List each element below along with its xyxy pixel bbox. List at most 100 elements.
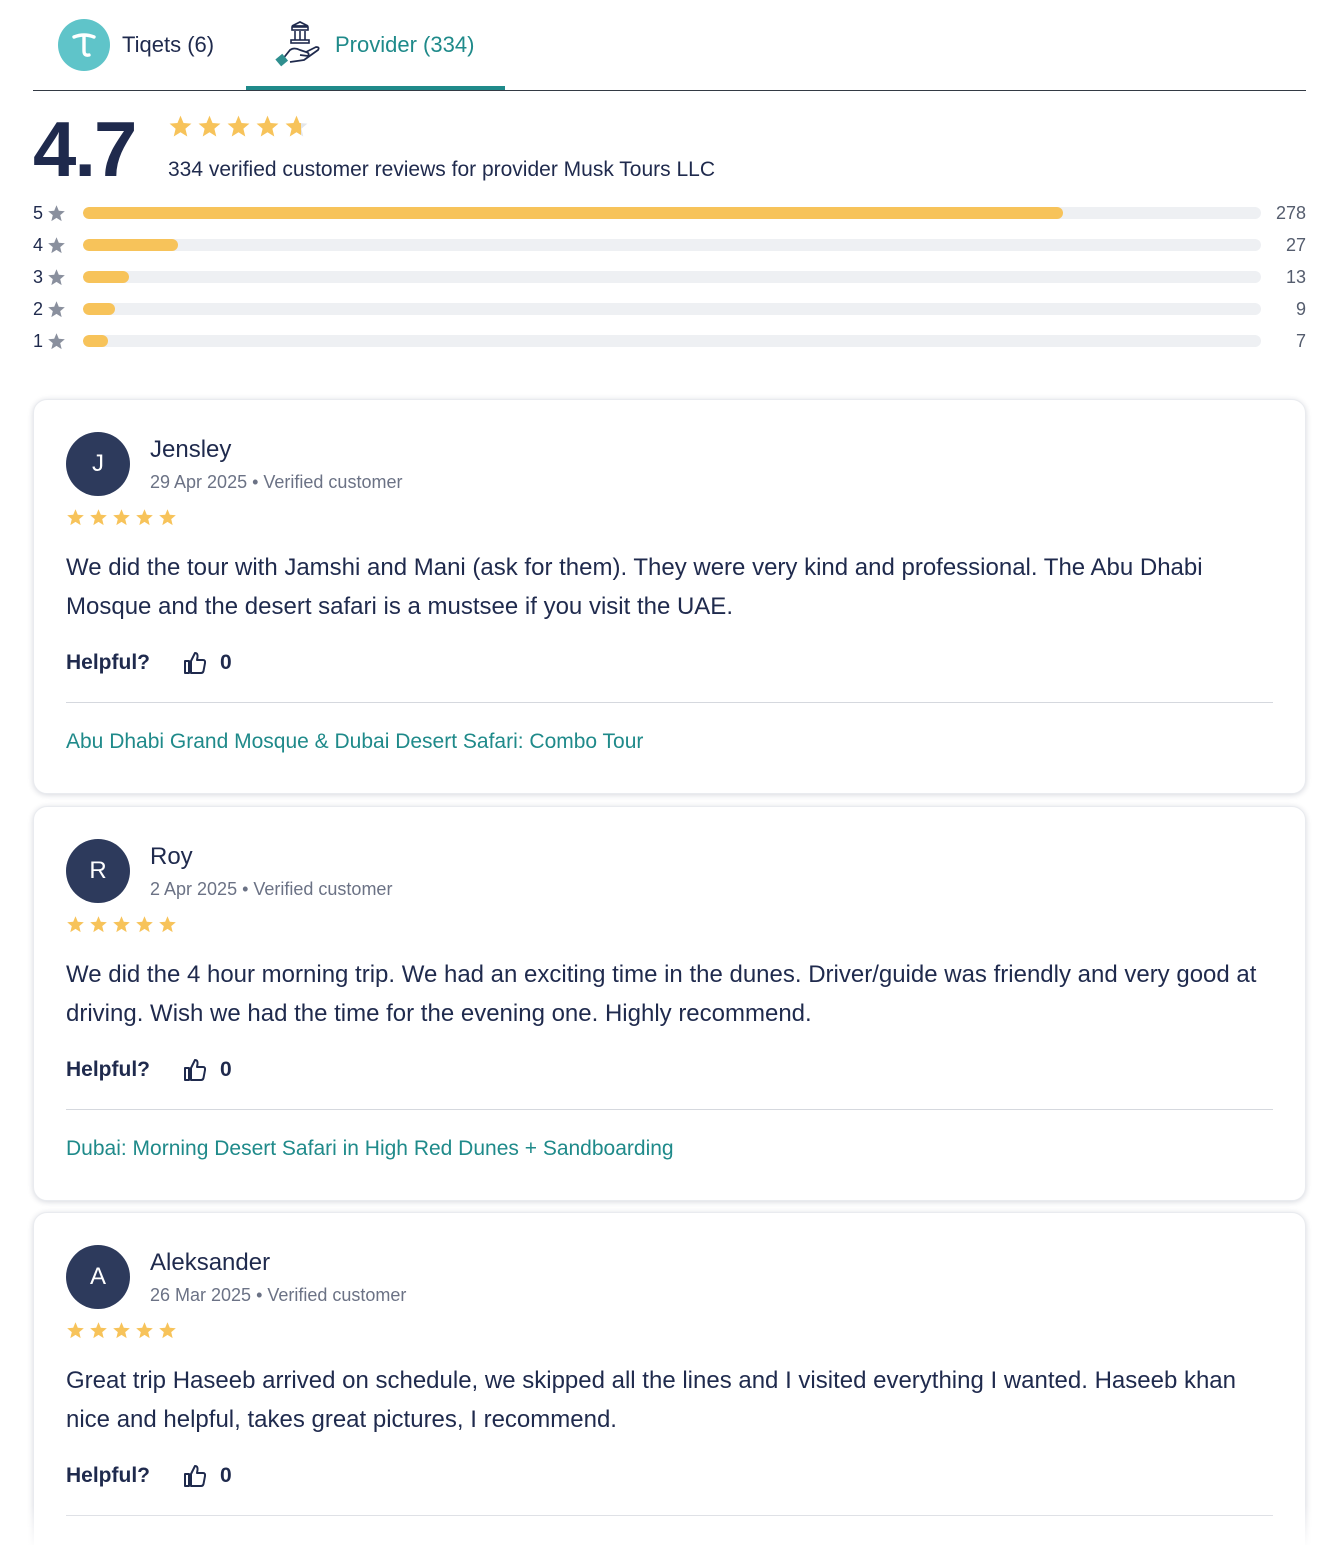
divider bbox=[66, 1109, 1273, 1110]
star-icon bbox=[90, 916, 107, 933]
rating-row-label: 2 bbox=[33, 299, 66, 320]
rating-row-stars-number: 4 bbox=[33, 235, 44, 255]
product-link[interactable]: Abu Dhabi Grand Mosque & Dubai Desert Sa… bbox=[66, 730, 643, 754]
active-tab-indicator bbox=[246, 86, 505, 90]
scroll-fade bbox=[0, 1505, 1336, 1545]
star-icon bbox=[113, 916, 130, 933]
avatar: J bbox=[66, 432, 130, 496]
average-score: 4.7 bbox=[33, 105, 137, 193]
rating-row-stars-number: 1 bbox=[33, 331, 44, 351]
reviewer-name: Jensley bbox=[150, 436, 232, 463]
review-text: We did the tour with Jamshi and Mani (as… bbox=[66, 554, 1203, 620]
thumbs-up-icon[interactable] bbox=[182, 1057, 208, 1083]
rating-row-count: 278 bbox=[1275, 203, 1306, 223]
review-date-meta: 29 Apr 2025 • Verified customer bbox=[150, 472, 403, 492]
tiqets-logo-icon bbox=[58, 19, 110, 71]
thumbs-up-icon[interactable] bbox=[182, 1463, 208, 1489]
rating-distribution: 5 278 4 27 3 13 2 9 1 7 bbox=[33, 200, 1306, 360]
rating-row-stars-number: 5 bbox=[33, 203, 44, 223]
helpful-section: Helpful? 0 bbox=[66, 650, 232, 676]
tab-provider-label: Provider (334) bbox=[335, 32, 475, 57]
rating-row-stars-number: 2 bbox=[33, 299, 44, 319]
star-icon bbox=[198, 115, 221, 137]
tab-tiqets-label: Tiqets (6) bbox=[122, 32, 215, 57]
rating-row-5[interactable]: 5 278 bbox=[33, 200, 1306, 232]
star-icon bbox=[48, 333, 65, 350]
average-star-rating bbox=[168, 114, 309, 139]
star-icon bbox=[90, 509, 107, 526]
helpful-count: 0 bbox=[220, 1464, 232, 1487]
star-icon bbox=[227, 115, 250, 137]
rating-bar-fill bbox=[83, 239, 179, 251]
rating-bar-track bbox=[83, 239, 1261, 251]
rating-bar-fill bbox=[83, 207, 1064, 219]
star-icon bbox=[48, 205, 65, 222]
rating-row-label: 4 bbox=[33, 235, 66, 256]
review-star-rating bbox=[66, 508, 177, 527]
star-icon bbox=[90, 1322, 107, 1339]
tab-provider[interactable]: Provider (334) bbox=[273, 0, 474, 90]
review-star-rating bbox=[66, 1321, 177, 1340]
rating-row-count: 9 bbox=[1295, 299, 1306, 319]
reviewer-name: Aleksander bbox=[150, 1249, 271, 1276]
review-card: A Aleksander 26 Mar 2025 • Verified cust… bbox=[33, 1212, 1306, 1545]
review-count-text: 334 verified customer reviews for provid… bbox=[168, 158, 715, 181]
reviews-page: Tiqets (6) Provider (334) 4.7 334 verifi… bbox=[0, 0, 1336, 1545]
helpful-section: Helpful? 0 bbox=[66, 1057, 232, 1083]
provider-handshake-icon bbox=[273, 19, 325, 71]
divider bbox=[66, 702, 1273, 703]
star-icon bbox=[67, 1322, 84, 1339]
rating-row-count: 27 bbox=[1285, 235, 1306, 255]
rating-bar-fill bbox=[83, 303, 115, 315]
star-icon bbox=[136, 509, 153, 526]
review-card: R Roy 2 Apr 2025 • Verified customer We … bbox=[33, 806, 1306, 1201]
review-card: J Jensley 29 Apr 2025 • Verified custome… bbox=[33, 399, 1306, 794]
rating-bar-track bbox=[83, 271, 1261, 283]
star-icon bbox=[67, 916, 84, 933]
rating-row-label: 1 bbox=[33, 331, 66, 352]
helpful-label: Helpful? bbox=[66, 1464, 150, 1487]
rating-row-stars-number: 3 bbox=[33, 267, 44, 287]
rating-bar-track bbox=[83, 207, 1261, 219]
star-icon bbox=[113, 509, 130, 526]
star-icon bbox=[285, 115, 308, 137]
reviewer-name: Roy bbox=[150, 843, 193, 870]
review-text: Great trip Haseeb arrived on schedule, w… bbox=[66, 1367, 1236, 1433]
thumbs-up-icon[interactable] bbox=[182, 650, 208, 676]
review-date-meta: 26 Mar 2025 • Verified customer bbox=[150, 1285, 407, 1305]
rating-bar-track bbox=[83, 335, 1261, 347]
tab-tiqets[interactable]: Tiqets (6) bbox=[58, 0, 214, 90]
star-icon bbox=[169, 115, 192, 137]
star-icon bbox=[113, 1322, 130, 1339]
star-icon bbox=[159, 916, 176, 933]
rating-row-1[interactable]: 17 bbox=[33, 328, 1306, 360]
rating-row-count: 13 bbox=[1285, 267, 1306, 287]
avatar: R bbox=[66, 839, 130, 903]
helpful-section: Helpful? 0 bbox=[66, 1463, 232, 1489]
rating-row-label: 5 bbox=[33, 203, 66, 224]
rating-row-label: 3 bbox=[33, 267, 66, 288]
star-icon bbox=[159, 1322, 176, 1339]
star-icon bbox=[159, 509, 176, 526]
review-star-rating bbox=[66, 915, 177, 934]
rating-bar-track bbox=[83, 303, 1261, 315]
helpful-count: 0 bbox=[220, 651, 232, 674]
helpful-label: Helpful? bbox=[66, 651, 150, 674]
rating-bar-fill bbox=[83, 271, 129, 283]
star-icon bbox=[136, 916, 153, 933]
review-date-meta: 2 Apr 2025 • Verified customer bbox=[150, 879, 393, 899]
review-text: We did the 4 hour morning trip. We had a… bbox=[66, 961, 1257, 1027]
rating-bar-fill bbox=[83, 335, 108, 347]
helpful-count: 0 bbox=[220, 1058, 232, 1081]
star-icon bbox=[67, 509, 84, 526]
review-source-tabs: Tiqets (6) Provider (334) bbox=[33, 0, 1306, 91]
rating-row-4[interactable]: 4 27 bbox=[33, 232, 1306, 264]
star-icon bbox=[48, 237, 65, 254]
rating-row-2[interactable]: 29 bbox=[33, 296, 1306, 328]
star-icon bbox=[256, 115, 279, 137]
rating-row-count: 7 bbox=[1295, 331, 1306, 351]
rating-row-3[interactable]: 3 13 bbox=[33, 264, 1306, 296]
product-link[interactable]: Dubai: Morning Desert Safari in High Red… bbox=[66, 1137, 674, 1161]
avatar: A bbox=[66, 1245, 130, 1309]
star-icon bbox=[48, 269, 65, 286]
